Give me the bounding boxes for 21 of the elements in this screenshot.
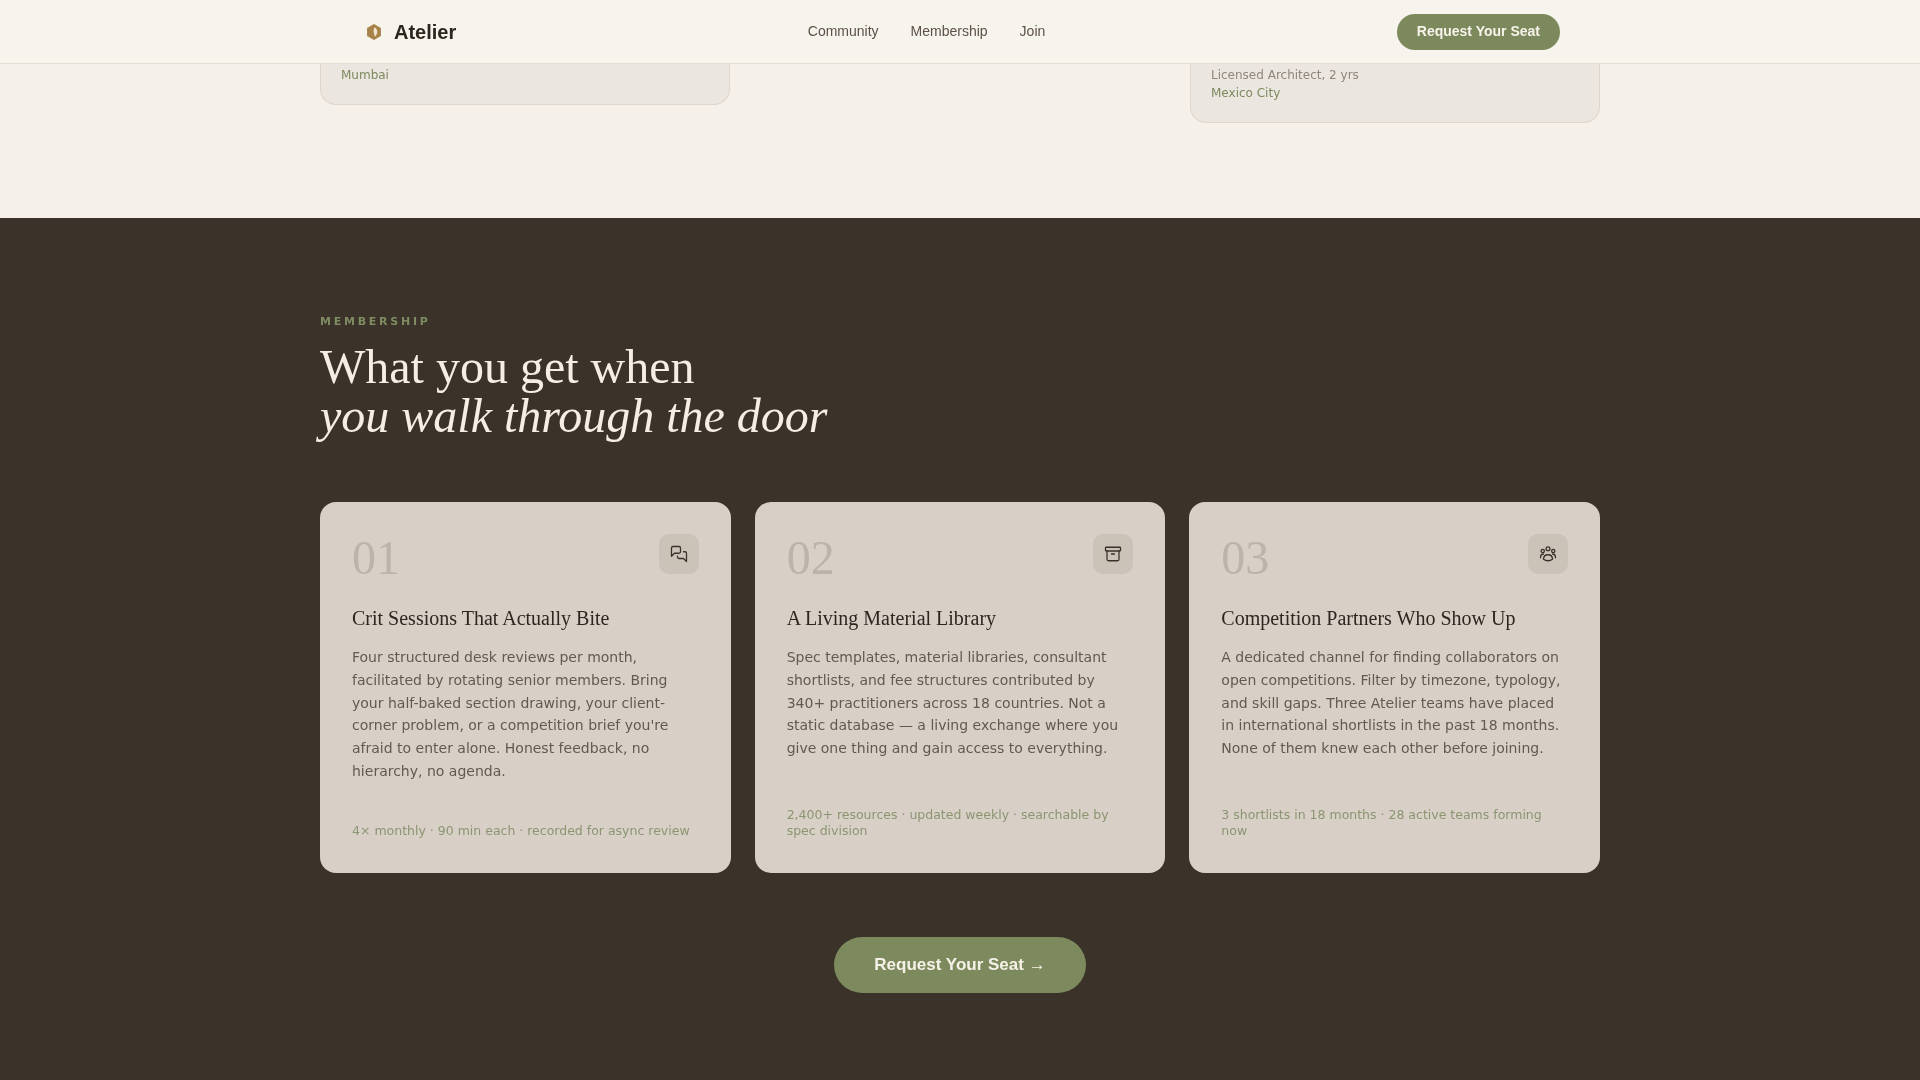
section-eyebrow: MEMBERSHIP: [320, 314, 432, 330]
card-title: Crit Sessions That Actually Bite: [352, 606, 611, 632]
people-group-icon: [1528, 534, 1568, 574]
nav-link[interactable]: Community: [807, 21, 879, 42]
nav-link[interactable]: Join: [1019, 21, 1046, 42]
card-description: Four structured desk reviews per month, facilitated by rotating senior members. Bring your half-baked section drawing, your client-corner problem, or a competition brief you're afraid to enter alone. Honest feedback, no hierarchy, no agenda.: [352, 648, 670, 781]
member-location: Mexico City: [1211, 85, 1282, 102]
hexagon-logo-icon: [366, 23, 382, 40]
card-meta: 4× monthly · 90 min each · recorded for async review: [352, 821, 691, 839]
speech-bubbles-icon: [658, 534, 699, 574]
card-description: A dedicated channel for finding collaborators on open competitions. Filter by timezone, typology, and skill gaps. Three Atelier teams have placed in international shortlists in the past 18 months. None of them knew each other before joining.: [1221, 648, 1562, 758]
brand-link[interactable]: Atelier: [366, 16, 457, 47]
card-meta: 2,400+ resources · updated weekly · searchable by spec division: [786, 805, 1110, 839]
card-description: Spec templates, material libraries, consultant shortlists, and fee structures contributed by 340+ practitioners across 18 countries. Not a static database — a living exchange where you give one thing and gain access to everything.: [786, 648, 1120, 758]
card-title: Competition Partners Who Show Up: [1221, 606, 1517, 632]
archive-box-icon: [1093, 534, 1134, 574]
member-location: Mumbai: [341, 67, 390, 84]
card-meta: 3 shortlists in 18 months · 28 active teams forming now: [1221, 805, 1543, 839]
member-role: Licensed Architect, 2 yrs: [1211, 67, 1360, 84]
nav-link[interactable]: Membership: [910, 21, 988, 42]
card-title: A Living Material Library: [786, 606, 998, 632]
